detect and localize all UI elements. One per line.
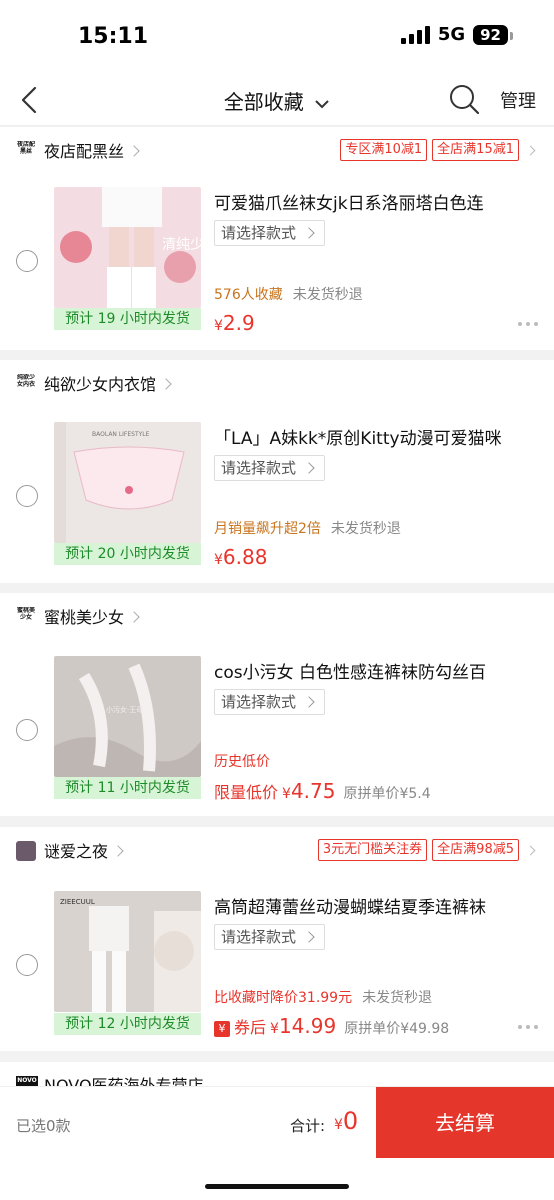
shipping-estimate: 预计 11 小时内发货 — [54, 777, 201, 799]
shop-header[interactable]: 蜜桃美少女 蜜桃美少女 — [0, 593, 554, 637]
promo-tag[interactable]: 全店满98减5 — [432, 839, 519, 861]
more-options-icon[interactable] — [518, 1025, 538, 1029]
product-image[interactable]: 清纯少女 — [54, 187, 201, 308]
selected-count: 已选0款 — [16, 1117, 71, 1135]
product-meta: 比收藏时降价31.99元 未发货秒退 — [214, 987, 432, 1007]
page-title: 全部收藏 — [223, 90, 304, 114]
sales-trend: 月销量飙升超2倍 — [214, 521, 321, 537]
price-drop-tag: 比收藏时降价31.99元 — [214, 990, 353, 1006]
product-price: 限量低价 ¥4.75 原拼单价¥5.4 — [214, 779, 431, 803]
checkout-bar: 已选0款 合计: ¥0 去结算 — [0, 1086, 554, 1159]
total-label: 合计: — [290, 1117, 326, 1135]
original-price: 原拼单价¥5.4 — [343, 786, 431, 802]
select-sku-button[interactable]: 请选择款式 — [214, 689, 326, 715]
select-radio[interactable] — [16, 250, 38, 272]
favorite-item-card: 纯欲少女内衣 纯欲少女内衣馆 BAOLAN LIFESTYLE 预计 20 小时… — [0, 360, 554, 583]
total-amount: ¥0 — [334, 1107, 359, 1135]
shop-logo: NOVO — [16, 1076, 38, 1086]
chevron-right-icon — [525, 845, 536, 855]
favorite-item-card: NOVO NOVO医药海外专营店 — [0, 1062, 554, 1086]
product-photo: BAOLAN LIFESTYLE — [54, 422, 201, 543]
chevron-right-icon — [525, 145, 536, 155]
select-radio[interactable] — [16, 485, 38, 507]
more-options-icon[interactable] — [518, 322, 538, 326]
checkout-button[interactable]: 去结算 — [376, 1087, 554, 1159]
product-photo: 清纯少女 — [54, 187, 201, 308]
product-image[interactable]: BAOLAN LIFESTYLE — [54, 422, 201, 543]
select-sku-button[interactable]: 请选择款式 — [214, 924, 326, 950]
product-photo: ZIEECUUL — [54, 891, 201, 1012]
original-price: 原拼单价¥49.98 — [344, 1021, 450, 1037]
price-history-tag: 历史低价 — [214, 754, 270, 770]
chevron-down-icon — [315, 99, 329, 108]
status-bar: 15:11 5G 92 — [0, 0, 554, 74]
shop-avatar — [16, 841, 36, 861]
shop-name[interactable]: NOVO医药海外专营店 — [44, 1072, 204, 1086]
coupon-icon: ¥ — [214, 1021, 230, 1037]
product-meta: 月销量飙升超2倍 未发货秒退 — [214, 518, 401, 538]
promo-tags[interactable]: 3元无门槛关注券 全店满98减5 — [317, 839, 536, 861]
shop-name[interactable]: 夜店配黑丝 — [44, 138, 140, 162]
search-icon[interactable] — [447, 82, 481, 116]
product-price: ¥6.88 — [214, 545, 268, 569]
shipping-estimate: 预计 12 小时内发货 — [54, 1013, 201, 1035]
product-price: ¥2.9 — [214, 311, 255, 335]
shop-name[interactable]: 纯欲少女内衣馆 — [44, 371, 172, 395]
manage-button[interactable]: 管理 — [500, 87, 536, 113]
shipping-estimate: 预计 20 小时内发货 — [54, 543, 201, 565]
nav-bar: 全部收藏 管理 — [0, 74, 554, 126]
shop-name[interactable]: 谜爱之夜 — [44, 838, 124, 862]
product-price: ¥ 券后 ¥14.99 原拼单价¥49.98 — [214, 1014, 449, 1038]
service-note: 未发货秒退 — [330, 521, 401, 537]
product-title[interactable]: cos小污女 白色性感连裤袜防勾丝百 — [214, 658, 534, 683]
svg-text:ZIEECUUL: ZIEECUUL — [60, 898, 95, 906]
chevron-right-icon — [128, 144, 140, 157]
product-photo: 小污女·王母 — [54, 656, 201, 777]
favorite-item-card: 夜店配黑丝 夜店配黑丝 专区满10减1 全店满15减1 清纯少女 预计 19 小… — [0, 127, 554, 350]
promo-tag[interactable]: 3元无门槛关注券 — [317, 839, 428, 861]
chevron-right-icon — [112, 844, 124, 857]
shop-header[interactable]: 谜爱之夜 3元无门槛关注券 全店满98减5 — [0, 827, 554, 871]
promo-tag[interactable]: 全店满15减1 — [432, 139, 519, 161]
select-radio[interactable] — [16, 719, 38, 741]
favorites-count: 576人收藏 — [214, 287, 283, 303]
promo-tags[interactable]: 专区满10减1 全店满15减1 — [340, 139, 536, 161]
network-type: 5G — [437, 24, 466, 45]
shop-name[interactable]: 蜜桃美少女 — [44, 604, 140, 628]
select-sku-button[interactable]: 请选择款式 — [214, 455, 326, 481]
product-title[interactable]: 「LA」A妹kk*原创Kitty动漫可爱猫咪 — [214, 424, 534, 449]
signal-icon — [400, 25, 430, 44]
product-image[interactable]: 小污女·王母 — [54, 656, 201, 777]
shop-header[interactable]: 纯欲少女内衣 纯欲少女内衣馆 — [0, 360, 554, 404]
svg-text:小污女·王母: 小污女·王母 — [106, 705, 143, 714]
shop-logo: 纯欲少女内衣 — [16, 374, 35, 388]
favorite-item-card: 蜜桃美少女 蜜桃美少女 小污女·王母 预计 11 小时内发货 cos小污女 白色… — [0, 593, 554, 816]
svg-text:BAOLAN LIFESTYLE: BAOLAN LIFESTYLE — [92, 431, 150, 438]
status-indicators: 5G 92 — [400, 24, 513, 45]
service-note: 未发货秒退 — [362, 990, 433, 1006]
product-meta: 历史低价 — [214, 751, 270, 771]
home-indicator — [0, 1158, 554, 1200]
chevron-right-icon — [128, 610, 140, 623]
select-sku-button[interactable]: 请选择款式 — [214, 220, 326, 246]
product-meta: 576人收藏 未发货秒退 — [214, 284, 363, 304]
select-radio[interactable] — [16, 954, 38, 976]
product-title[interactable]: 可爱猫爪丝袜女jk日系洛丽塔白色连 — [214, 189, 534, 214]
shop-logo: 蜜桃美少女 — [16, 607, 35, 621]
product-title[interactable]: 高筒超薄蕾丝动漫蝴蝶结夏季连裤袜 — [214, 893, 534, 918]
favorite-item-card: 谜爱之夜 3元无门槛关注券 全店满98减5 ZIEECUUL 预计 12 小时内… — [0, 827, 554, 1051]
battery-icon: 92 — [473, 24, 513, 45]
product-image[interactable]: ZIEECUUL — [54, 891, 201, 1012]
shop-header[interactable]: 夜店配黑丝 夜店配黑丝 专区满10减1 全店满15减1 — [0, 127, 554, 171]
promo-tag[interactable]: 专区满10减1 — [340, 139, 428, 161]
shipping-estimate: 预计 19 小时内发货 — [54, 308, 201, 330]
shop-logo: 夜店配黑丝 — [16, 141, 35, 155]
status-time: 15:11 — [78, 24, 149, 49]
svg-text:清纯少女: 清纯少女 — [162, 236, 201, 253]
service-note: 未发货秒退 — [292, 287, 363, 303]
chevron-right-icon — [160, 377, 172, 390]
